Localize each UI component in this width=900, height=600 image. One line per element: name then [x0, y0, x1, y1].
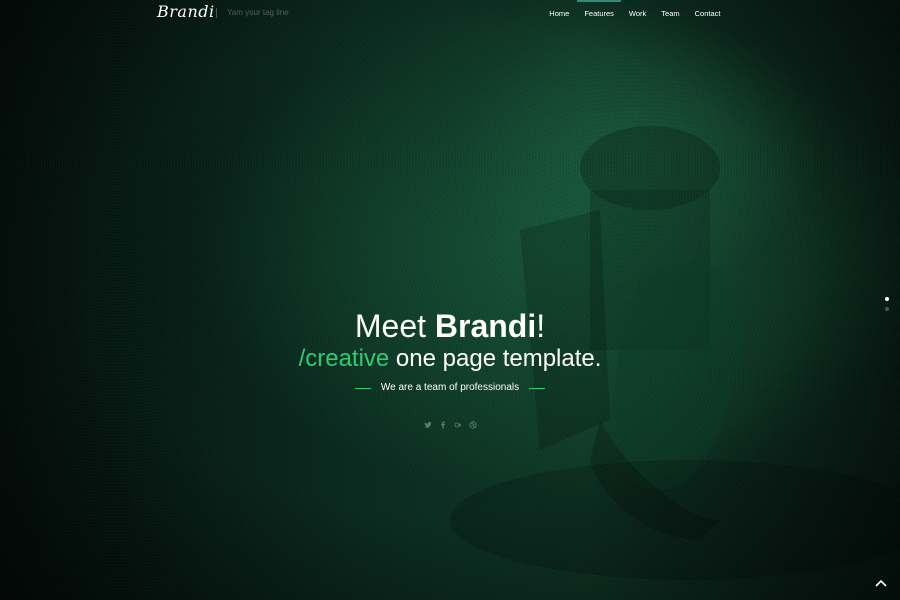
tagline: Yam your tag line: [227, 8, 289, 17]
slide-pager: [885, 297, 889, 311]
nav-item-contact[interactable]: Contact: [687, 0, 728, 26]
nav-item-features[interactable]: Features: [576, 0, 622, 26]
nav-item-team[interactable]: Team: [654, 0, 687, 26]
dribbble-icon[interactable]: [468, 420, 477, 430]
google-plus-icon[interactable]: [453, 420, 462, 430]
hero-title: Meet Brandi!: [0, 308, 900, 344]
brand-logo[interactable]: Brandi: [157, 2, 215, 21]
twitter-icon[interactable]: [423, 420, 432, 430]
back-to-top-chevron-up-icon[interactable]: [874, 576, 888, 588]
hero-section: Brandi Yam your tag line Home Features W…: [0, 0, 900, 600]
hero-subtitle-accent: /creative: [298, 345, 390, 372]
logo-divider: [216, 8, 217, 18]
lead-line-left: [354, 387, 371, 389]
hero-title-prefix: Meet: [354, 308, 435, 344]
hero-lead-row: We are a team of professionals: [0, 381, 900, 395]
pager-dot-1[interactable]: [885, 297, 889, 301]
pager-dot-2[interactable]: [885, 307, 889, 311]
nav-item-home[interactable]: Home: [542, 0, 577, 26]
hero-subtitle-rest: one page template.: [389, 345, 602, 372]
hero-lead-text: We are a team of professionals: [380, 382, 520, 393]
lead-line-right: [529, 387, 546, 389]
vignette-overlay: [0, 0, 900, 600]
hero-title-brand: Brandi: [434, 308, 537, 344]
social-links: [0, 420, 900, 430]
nav-item-work[interactable]: Work: [621, 0, 653, 26]
hero-subtitle: /creative one page template.: [0, 344, 900, 374]
main-nav: Home Features Work Team Contact: [542, 0, 728, 26]
hero-title-suffix: !: [536, 308, 546, 344]
facebook-icon[interactable]: [438, 420, 447, 430]
site-header: Brandi Yam your tag line Home Features W…: [0, 0, 900, 26]
